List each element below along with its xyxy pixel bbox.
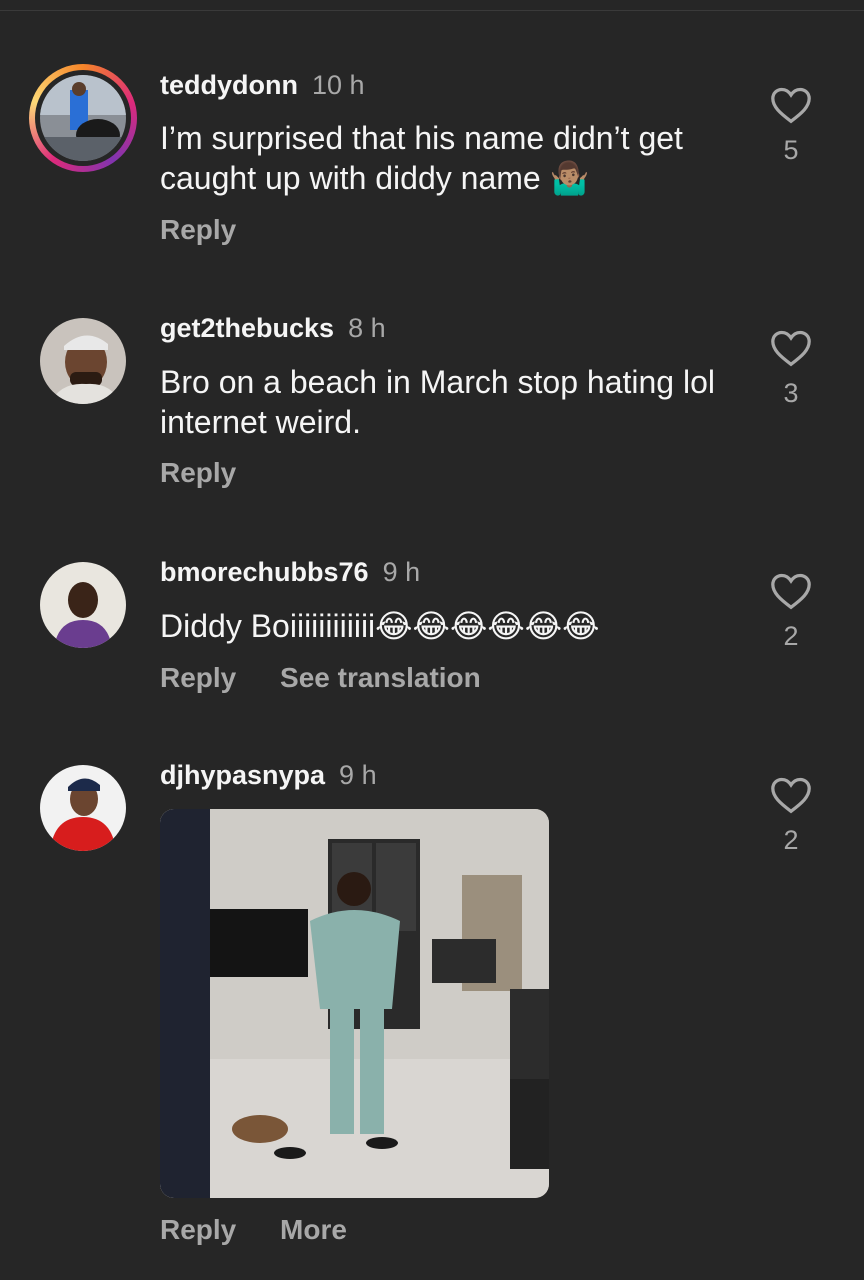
heart-icon[interactable]: [769, 774, 813, 814]
comment-text: I’m surprised that his name didn’t get c…: [160, 120, 683, 196]
comment-time: 10 h: [311, 70, 365, 100]
comment-actions: Reply: [160, 457, 272, 489]
comment-actions: Reply See translation: [160, 662, 517, 694]
reply-button[interactable]: Reply: [160, 457, 236, 488]
reply-button[interactable]: Reply: [160, 1214, 236, 1245]
avatar[interactable]: [40, 562, 126, 648]
comment-username[interactable]: bmorechubbs76 9 h: [160, 557, 420, 588]
gif-attachment[interactable]: [160, 809, 549, 1198]
more-button[interactable]: More: [280, 1214, 347, 1245]
reply-button[interactable]: Reply: [160, 214, 236, 245]
comment-actions: Reply: [160, 214, 272, 246]
comment-username[interactable]: get2thebucks 8 h: [160, 313, 386, 344]
comment-username[interactable]: teddydonn 10 h: [160, 70, 365, 101]
comment-time: 9 h: [339, 760, 377, 790]
comment-text: Bro on a beach in March stop hating lol …: [160, 364, 715, 440]
comment-username[interactable]: djhypasnypa 9 h: [160, 760, 377, 791]
like-count: 2: [783, 621, 799, 651]
divider: [0, 10, 864, 11]
comment-text: Diddy Boiiiiiiiiiiii😂😂😂😂😂😂: [160, 608, 600, 644]
comment-actions: Reply More: [160, 1214, 383, 1246]
heart-icon[interactable]: [769, 327, 813, 367]
see-translation-button[interactable]: See translation: [280, 662, 481, 693]
like-count: 3: [783, 378, 799, 408]
like-count: 5: [783, 135, 799, 165]
comment-time: 9 h: [382, 557, 421, 587]
avatar-story-ring[interactable]: [29, 64, 137, 172]
avatar[interactable]: [40, 765, 126, 851]
comment-time: 8 h: [348, 313, 386, 343]
reply-button[interactable]: Reply: [160, 662, 236, 693]
avatar[interactable]: [40, 318, 126, 404]
heart-icon[interactable]: [769, 570, 813, 610]
heart-icon[interactable]: [769, 84, 813, 124]
like-count: 2: [783, 825, 799, 855]
avatar: [40, 75, 126, 161]
